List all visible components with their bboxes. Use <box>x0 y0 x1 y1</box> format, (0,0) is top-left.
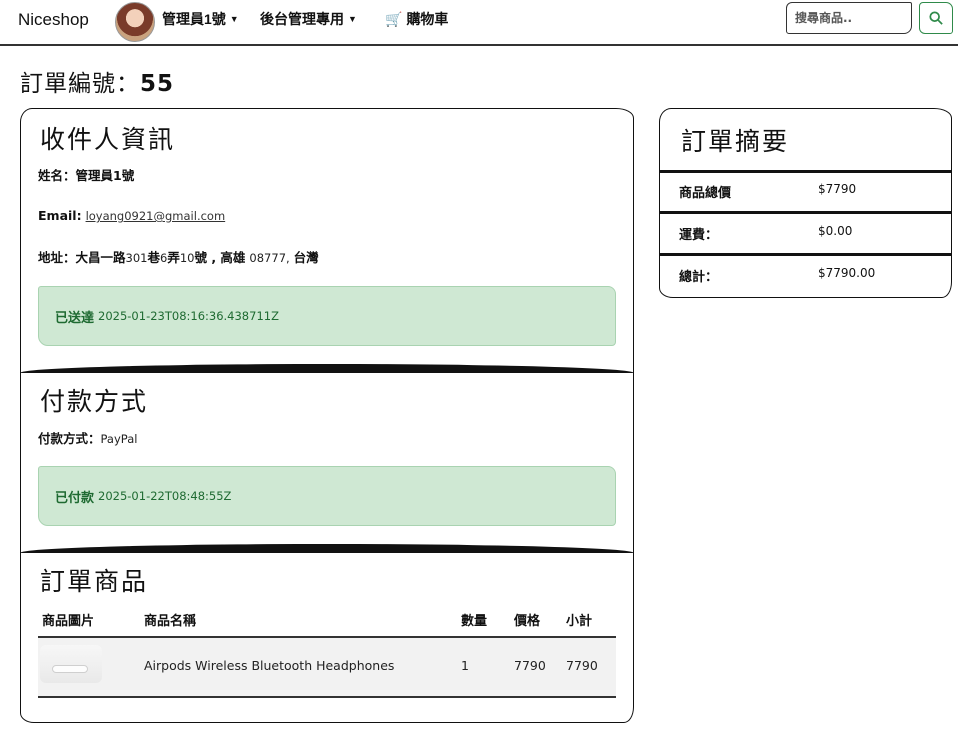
payment-status-alert: 已付款 2025-01-22T08:48:55Z <box>38 466 616 526</box>
address-part: 大昌一路 <box>75 250 126 265</box>
email-link[interactable]: loyang0921@gmail.com <box>86 209 226 223</box>
cart-label: 購物車 <box>406 11 449 27</box>
user-menu-dropdown[interactable]: 管理員1號 ▼ <box>162 9 239 29</box>
caret-down-icon: ▼ <box>229 14 239 24</box>
address-part: 巷 <box>147 250 160 265</box>
table-bottom-line <box>38 696 616 698</box>
product-subtotal: 7790 <box>566 658 598 673</box>
search-button[interactable] <box>919 2 953 34</box>
address-part: 10 <box>179 251 195 265</box>
payment-method: 付款方式：PayPal <box>38 428 137 447</box>
admin-menu-label: 後台管理專用 <box>260 11 344 27</box>
summary-divider <box>659 170 952 173</box>
search-input[interactable] <box>786 2 912 34</box>
payment-heading: 付款方式 <box>40 387 149 416</box>
airpods-icon <box>52 665 88 673</box>
product-image[interactable] <box>40 645 102 683</box>
column-header-subtotal: 小計 <box>566 614 593 629</box>
product-name[interactable]: Airpods Wireless Bluetooth Headphones <box>144 658 394 673</box>
address-part: 台灣 <box>293 250 319 265</box>
recipient-address: 地址：大昌一路301巷6弄10號 , 高雄 08777, 台灣 <box>38 247 319 266</box>
email-label: Email: <box>38 208 82 223</box>
name-value: 管理員1號 <box>75 168 135 183</box>
search-icon <box>929 11 943 25</box>
cart-link[interactable]: 🛒 購物車 <box>385 9 448 29</box>
top-navbar: Niceshop 管理員1號 ▼ 後台管理專用 ▼ 🛒 購物車 <box>0 0 958 46</box>
address-label: 地址： <box>38 250 76 265</box>
summary-label-total: 總計： <box>679 270 719 285</box>
paid-time: 2025-01-22T08:48:55Z <box>98 489 232 503</box>
address-part: 號 , 高雄 <box>194 250 246 265</box>
recipient-name: 姓名：管理員1號 <box>38 165 134 184</box>
recipient-heading: 收件人資訊 <box>40 125 176 154</box>
summary-value-shipping: $0.00 <box>818 224 853 238</box>
page-title: 訂單編號：55 <box>20 64 174 98</box>
summary-label-items: 商品總價 <box>679 186 732 201</box>
order-number: 55 <box>140 71 175 97</box>
payment-method-value: PayPal <box>100 432 138 446</box>
payment-method-label: 付款方式： <box>38 431 101 446</box>
delivery-status-alert: 已送達 2025-01-23T08:16:36.438711Z <box>38 286 616 346</box>
summary-divider <box>659 211 952 214</box>
product-qty: 1 <box>461 658 469 673</box>
column-header-price: 價格 <box>514 614 541 629</box>
product-price: 7790 <box>514 658 546 673</box>
address-part: 08777, <box>249 251 290 265</box>
column-header-qty: 數量 <box>461 614 488 629</box>
admin-menu-dropdown[interactable]: 後台管理專用 ▼ <box>260 9 357 29</box>
user-menu-label: 管理員1號 <box>162 11 226 27</box>
address-part: 弄 <box>167 250 180 265</box>
column-header-name: 商品名稱 <box>144 614 197 629</box>
summary-label-shipping: 運費： <box>679 228 719 243</box>
summary-divider <box>659 253 952 256</box>
summary-heading: 訂單摘要 <box>681 127 790 156</box>
summary-value-total: $7790.00 <box>818 266 876 280</box>
summary-value-items: $7790 <box>818 182 857 196</box>
delivery-time: 2025-01-23T08:16:36.438711Z <box>98 309 279 323</box>
order-number-label: 訂單編號： <box>20 71 140 97</box>
items-heading: 訂單商品 <box>40 567 149 596</box>
recipient-email: Email: loyang0921@gmail.com <box>38 208 225 223</box>
caret-down-icon: ▼ <box>348 14 357 24</box>
delivery-status: 已送達 <box>55 310 95 326</box>
avatar[interactable] <box>115 2 155 42</box>
name-label: 姓名： <box>38 168 76 183</box>
brand-logo[interactable]: Niceshop <box>18 10 89 30</box>
paid-status: 已付款 <box>55 490 95 506</box>
cart-icon: 🛒 <box>385 10 403 27</box>
address-part: 301 <box>125 251 148 265</box>
column-header-image: 商品圖片 <box>42 614 95 629</box>
